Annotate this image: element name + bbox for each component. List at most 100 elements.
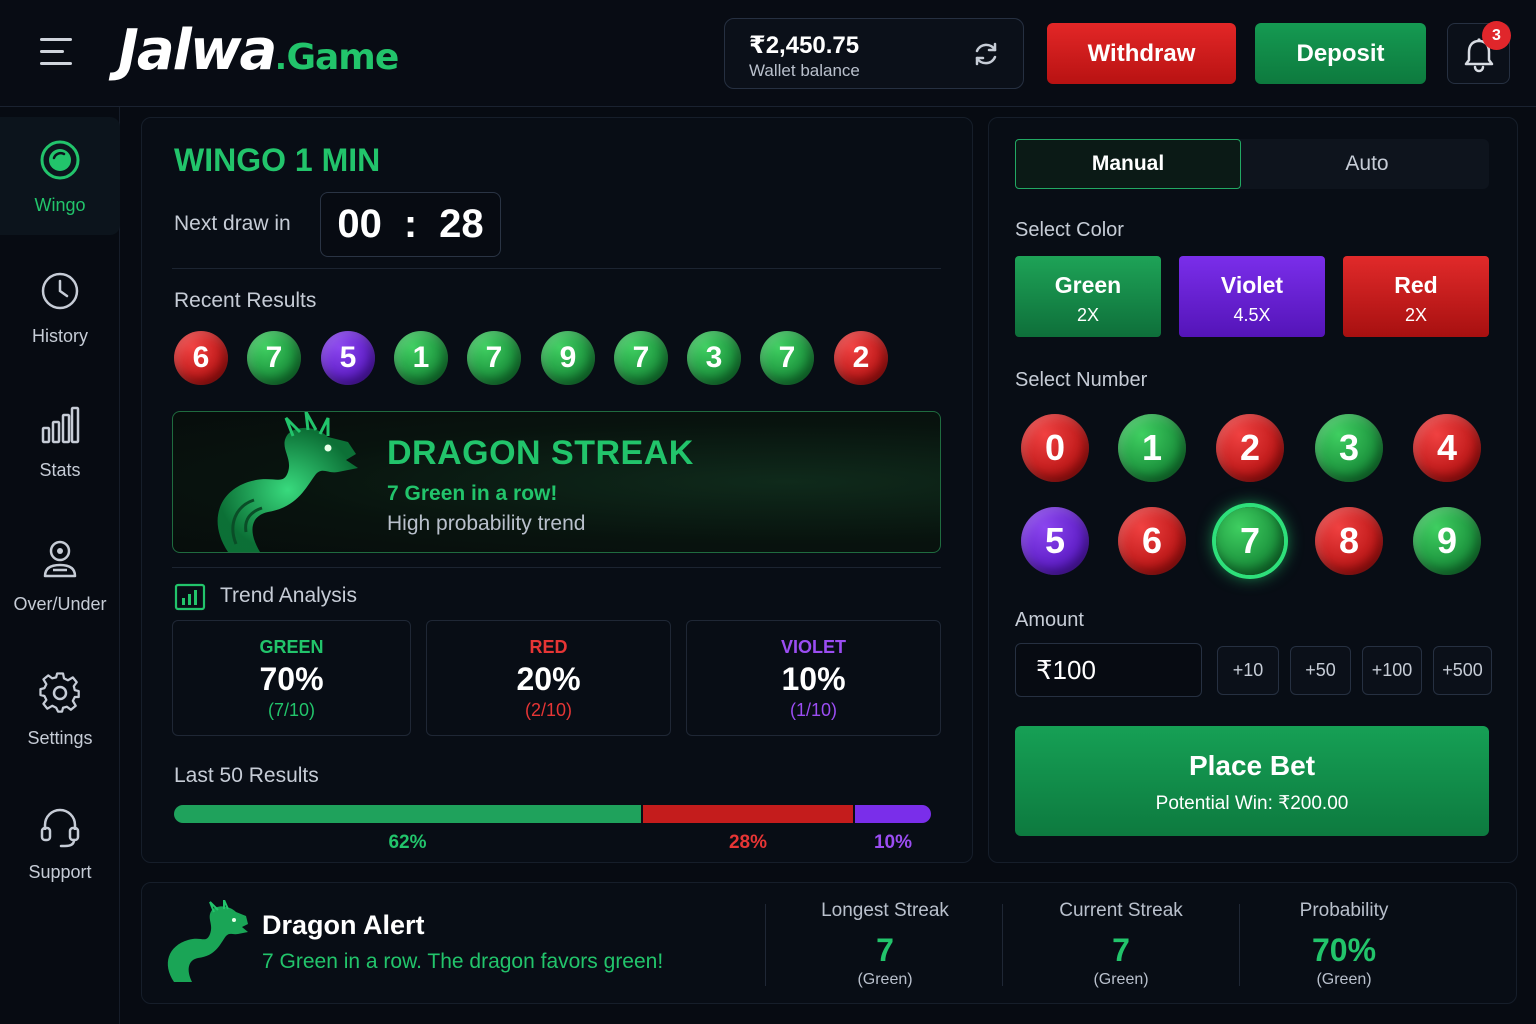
stat-title: Current Streak	[1059, 900, 1183, 921]
stat-note: (Green)	[1093, 971, 1149, 988]
stat-note: (Green)	[857, 971, 913, 988]
trend-percent: 10%	[781, 661, 846, 697]
menu-icon[interactable]	[40, 38, 78, 72]
dragon-icon	[167, 900, 248, 982]
recent-result-ball: 7	[467, 331, 521, 385]
brand-logo[interactable]: Jalwa. Game	[118, 18, 399, 88]
divider	[1002, 904, 1003, 986]
sidebar-item-support[interactable]: Support	[0, 784, 120, 902]
trend-name: GREEN	[259, 637, 324, 657]
number-ball-1[interactable]: 1	[1118, 414, 1186, 482]
number-ball-5[interactable]: 5	[1021, 507, 1089, 575]
sidebar-item-history[interactable]: History	[0, 248, 120, 366]
gear-icon	[39, 672, 80, 713]
trend-analysis-icon	[174, 583, 206, 611]
last-50-segment-label: 10%	[873, 832, 913, 853]
divider	[172, 268, 941, 269]
number-ball-4[interactable]: 4	[1413, 414, 1481, 482]
place-bet-label: Place Bet	[1188, 750, 1316, 781]
user-target-icon	[43, 540, 77, 578]
recent-result-ball: 9	[541, 331, 595, 385]
trend-count: (2/10)	[524, 700, 573, 720]
sidebar-item-label: Stats	[39, 460, 81, 480]
sidebar-item-label: History	[31, 326, 88, 346]
last-50-segment-label: 62%	[388, 832, 427, 853]
dragon-streak-description: High probability trend	[387, 512, 586, 535]
potential-win: Potential Win: ₹200.00	[1155, 793, 1349, 814]
tab-auto[interactable]: Auto	[1245, 139, 1489, 189]
withdraw-button[interactable]: Withdraw	[1047, 23, 1236, 84]
color-red-button[interactable]: Red 2X	[1343, 256, 1489, 337]
recent-result-ball: 7	[760, 331, 814, 385]
sidebar-item-label: Settings	[27, 728, 93, 748]
number-ball-8[interactable]: 8	[1315, 507, 1383, 575]
stat-note: (Green)	[1316, 971, 1372, 988]
countdown-timer: 00 : 28	[320, 192, 501, 257]
trend-name: RED	[529, 637, 568, 657]
wallet-balance-box: ₹2,450.75 Wallet balance	[724, 18, 1024, 89]
number-ball-9[interactable]: 9	[1413, 507, 1481, 575]
trend-box-green: GREEN 70% (7/10)	[172, 620, 411, 736]
stat-probability: Probability 70% (Green)	[1234, 900, 1454, 989]
stat-value: 70%	[1311, 932, 1377, 968]
number-ball-6[interactable]: 6	[1118, 507, 1186, 575]
select-number-label: Select Number	[1015, 369, 1148, 391]
wallet-amount: ₹2,450.75	[749, 32, 860, 59]
amount-input[interactable]	[1015, 643, 1202, 697]
number-ball-3[interactable]: 3	[1315, 414, 1383, 482]
number-ball-2[interactable]: 2	[1216, 414, 1284, 482]
bar-chart-icon	[41, 406, 80, 444]
logo-text: Jalwa	[118, 18, 277, 83]
place-bet-button[interactable]: Place Bet Potential Win: ₹200.00	[1015, 726, 1489, 836]
timer-seconds: 28	[439, 202, 484, 246]
recent-results-label: Recent Results	[174, 289, 317, 312]
chip-plus-100[interactable]: +100	[1362, 646, 1422, 695]
chip-plus-50[interactable]: +50	[1290, 646, 1351, 695]
color-violet-button[interactable]: Violet 4.5X	[1179, 256, 1325, 337]
dragon-icon	[217, 412, 358, 552]
number-ball-0[interactable]: 0	[1021, 414, 1089, 482]
recent-result-ball: 6	[174, 331, 228, 385]
number-ball-7[interactable]: 7	[1216, 507, 1284, 575]
wallet-label: Wallet balance	[749, 61, 860, 80]
trend-name: VIOLET	[780, 637, 846, 657]
logo-subtext: Game	[286, 37, 399, 78]
stat-value: 7	[876, 932, 894, 968]
color-green-button[interactable]: Green 2X	[1015, 256, 1161, 337]
sidebar-item-over-under[interactable]: Over/Under	[0, 516, 120, 634]
stat-title: Longest Streak	[821, 900, 949, 921]
color-multiplier: 2X	[1404, 305, 1428, 325]
sidebar-item-label: Wingo	[34, 195, 86, 215]
last-50-segment-label: 28%	[728, 832, 768, 853]
divider	[765, 904, 766, 986]
last-50-segment	[643, 805, 853, 823]
headset-icon	[40, 808, 80, 848]
trend-count: (7/10)	[267, 700, 316, 720]
color-name: Red	[1394, 272, 1438, 298]
dragon-streak-subtitle: 7 Green in a row!	[387, 482, 558, 505]
next-draw-label: Next draw in	[174, 212, 291, 235]
sidebar-item-settings[interactable]: Settings	[0, 650, 120, 768]
dragon-alert-subtitle: 7 Green in a row. The dragon favors gree…	[262, 950, 664, 973]
wingo-icon	[40, 140, 80, 180]
deposit-button[interactable]: Deposit	[1255, 23, 1426, 84]
sidebar-item-wingo[interactable]: Wingo	[0, 117, 120, 235]
recent-result-ball: 1	[394, 331, 448, 385]
refresh-icon[interactable]	[971, 39, 1001, 69]
notification-badge: 3	[1482, 21, 1511, 50]
tab-manual[interactable]: Manual	[1015, 139, 1241, 189]
color-multiplier: 4.5X	[1233, 305, 1271, 325]
trend-box-violet: VIOLET 10% (1/10)	[686, 620, 941, 736]
last-50-segment	[855, 805, 931, 823]
chip-plus-500[interactable]: +500	[1433, 646, 1492, 695]
sidebar-item-stats[interactable]: Stats	[0, 382, 120, 500]
trend-count: (1/10)	[789, 700, 838, 720]
stat-title: Probability	[1299, 900, 1389, 921]
recent-result-ball: 2	[834, 331, 888, 385]
trend-box-red: RED 20% (2/10)	[426, 620, 671, 736]
sidebar-item-label: Support	[28, 862, 92, 882]
timer-separator: :	[403, 202, 418, 246]
chip-plus-10[interactable]: +10	[1217, 646, 1279, 695]
dragon-streak-title: DRAGON STREAK	[387, 434, 694, 472]
last-50-label: Last 50 Results	[174, 764, 319, 787]
